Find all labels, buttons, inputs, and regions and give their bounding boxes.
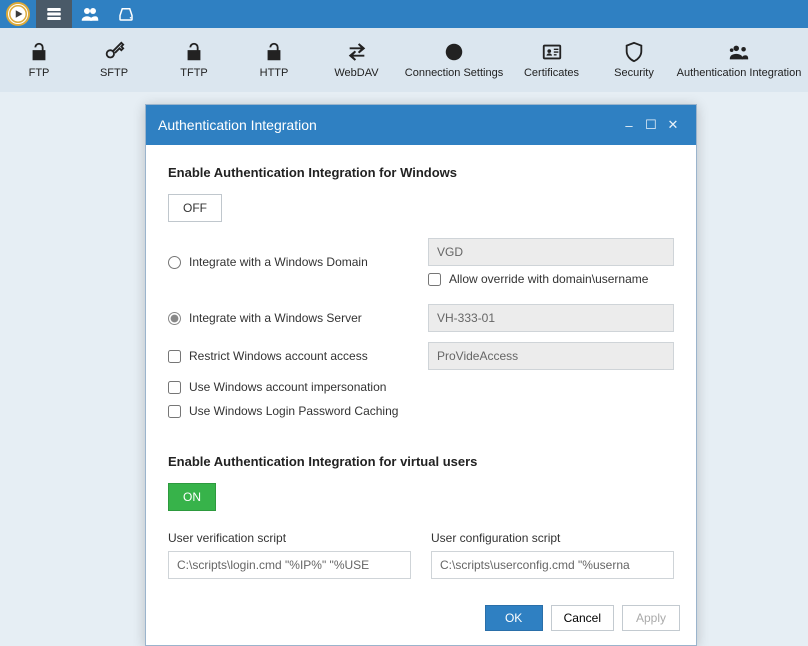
minimize-button[interactable]: – — [618, 118, 640, 133]
restrict-access-checkbox[interactable] — [168, 350, 181, 363]
windows-toggle-off-button[interactable]: OFF — [168, 194, 222, 222]
key-icon — [103, 41, 125, 63]
tool-label: HTTP — [260, 67, 289, 79]
tool-label: FTP — [29, 67, 50, 79]
shield-icon — [623, 41, 645, 63]
users-icon — [81, 5, 99, 23]
server-stack-icon — [45, 5, 63, 23]
server-input[interactable] — [428, 304, 674, 332]
tool-label: Authentication Integration — [677, 67, 802, 79]
integrate-server-radio[interactable] — [168, 312, 181, 325]
auth-integration-dialog: Authentication Integration – ☐ ✕ Enable … — [145, 104, 697, 646]
restrict-value-input[interactable] — [428, 342, 674, 370]
tool-label: SFTP — [100, 67, 128, 79]
tool-label: Security — [614, 67, 654, 79]
globe-icon — [443, 41, 465, 63]
tool-connection-settings[interactable]: Connection Settings — [399, 41, 509, 79]
tool-tftp[interactable]: TFTP — [154, 41, 234, 79]
allow-override-label: Allow override with domain\username — [449, 272, 648, 286]
integrate-domain-radio[interactable] — [168, 256, 181, 269]
virtual-toggle-on-button[interactable]: ON — [168, 483, 216, 511]
integrate-domain-label: Integrate with a Windows Domain — [189, 255, 368, 269]
restrict-access-label: Restrict Windows account access — [189, 349, 368, 363]
impersonation-label: Use Windows account impersonation — [189, 380, 386, 394]
tool-webdav[interactable]: WebDAV — [314, 41, 399, 79]
unlocked-icon — [183, 41, 205, 63]
tool-label: Connection Settings — [405, 67, 503, 79]
password-caching-checkbox[interactable] — [168, 405, 181, 418]
tool-ftp[interactable]: FTP — [4, 41, 74, 79]
close-button[interactable]: ✕ — [662, 117, 684, 133]
impersonation-checkbox[interactable] — [168, 381, 181, 394]
dialog-title-bar: Authentication Integration – ☐ ✕ — [146, 105, 696, 145]
tool-http[interactable]: HTTP — [234, 41, 314, 79]
config-script-label: User configuration script — [431, 531, 674, 545]
top-tab-strip — [0, 0, 808, 28]
unlocked-icon — [263, 41, 285, 63]
play-circle-icon — [9, 5, 27, 23]
tool-sftp[interactable]: SFTP — [74, 41, 154, 79]
drive-tab[interactable] — [108, 0, 144, 28]
password-caching-label: Use Windows Login Password Caching — [189, 404, 398, 418]
tool-auth-integration[interactable]: Authentication Integration — [674, 41, 804, 79]
unlocked-icon — [28, 41, 50, 63]
dialog-title: Authentication Integration — [158, 117, 317, 133]
tool-security[interactable]: Security — [594, 41, 674, 79]
transfer-icon — [346, 41, 368, 63]
windows-section-heading: Enable Authentication Integration for Wi… — [168, 165, 674, 180]
main-toolbar: FTP SFTP TFTP HTTP WebDAV Connection Set… — [0, 28, 808, 92]
dialog-body: Enable Authentication Integration for Wi… — [146, 145, 696, 595]
integrate-server-label: Integrate with a Windows Server — [189, 311, 362, 325]
verify-script-label: User verification script — [168, 531, 411, 545]
users-tab[interactable] — [72, 0, 108, 28]
hard-drive-icon — [117, 5, 135, 23]
server-tab[interactable] — [36, 0, 72, 28]
tool-label: Certificates — [524, 67, 579, 79]
maximize-button[interactable]: ☐ — [640, 117, 662, 133]
users-group-icon — [728, 41, 750, 63]
virtual-section-heading: Enable Authentication Integration for vi… — [168, 454, 674, 469]
dialog-footer: OK Cancel Apply — [146, 595, 696, 645]
allow-override-checkbox[interactable] — [428, 273, 441, 286]
tool-label: WebDAV — [334, 67, 378, 79]
id-card-icon — [541, 41, 563, 63]
verify-script-input[interactable] — [168, 551, 411, 579]
domain-input[interactable] — [428, 238, 674, 266]
config-script-input[interactable] — [431, 551, 674, 579]
tool-label: TFTP — [180, 67, 208, 79]
logo-tab[interactable] — [6, 2, 30, 26]
tool-certificates[interactable]: Certificates — [509, 41, 594, 79]
